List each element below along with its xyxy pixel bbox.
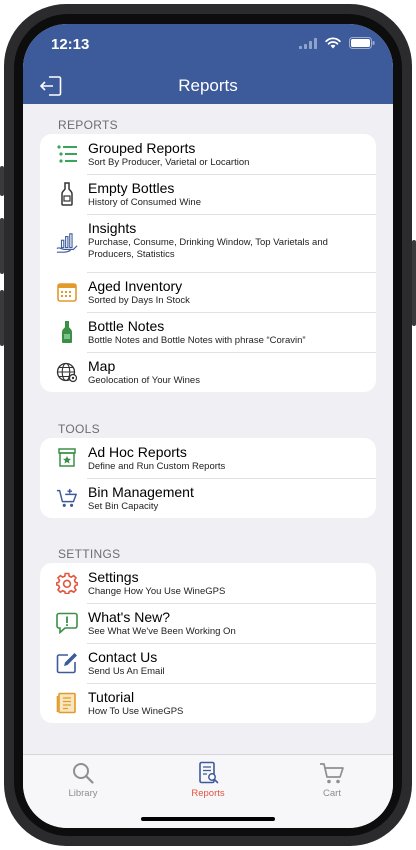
search-icon [73,763,94,784]
speech-bubble-icon [56,612,78,634]
item-title: Ad Hoc Reports [88,444,187,460]
tab-reports[interactable]: Reports [168,761,248,799]
navigation-bar: 12:13 Reports [23,24,393,104]
tools-group: Ad Hoc Reports Define and Run Custom Rep… [40,438,376,518]
power-button [412,240,416,326]
item-subtitle: Sorted by Days In Stock [88,295,190,306]
star-box-icon [56,447,78,469]
mute-switch [0,166,4,196]
tab-cart[interactable]: Cart [292,761,372,799]
list-item-insights[interactable]: Insights Purchase, Consume, Drinking Win… [40,214,376,272]
calendar-icon [56,281,78,303]
tab-label: Reports [191,788,225,799]
item-title: Tutorial [88,689,135,705]
item-subtitle: Send Us An Email [88,666,165,677]
item-title: Contact Us [88,649,158,665]
section-header-reports: REPORTS [58,118,118,132]
list-item-ad-hoc-reports[interactable]: Ad Hoc Reports Define and Run Custom Rep… [40,438,376,478]
item-subtitle: Sort By Producer, Varietal or Locartion [88,157,250,168]
list-icon [56,143,78,165]
cart-icon [320,763,344,784]
item-title: Insights [88,220,137,236]
globe-icon [56,361,78,383]
page-title: Reports [178,76,238,95]
section-header-tools: TOOLS [58,422,100,436]
list-item-bin-management[interactable]: Bin Management Set Bin Capacity [40,478,376,518]
item-subtitle: History of Consumed Wine [88,197,201,208]
tab-label: Library [68,788,98,799]
list-item-empty-bottles[interactable]: Empty Bottles History of Consumed Wine [40,174,376,214]
list-item-grouped-reports[interactable]: Grouped Reports Sort By Producer, Variet… [40,134,376,174]
book-icon [56,692,78,714]
home-indicator [141,817,275,821]
section-header-settings: SETTINGS [58,547,121,561]
list-item-aged-inventory[interactable]: Aged Inventory Sorted by Days In Stock [40,272,376,312]
item-title: Map [88,358,116,374]
gear-icon [56,572,78,594]
volume-up-button [0,218,4,274]
cart-add-icon [56,487,78,509]
item-subtitle: See What We've Been Working On [88,626,236,637]
list-item-contact-us[interactable]: Contact Us Send Us An Email [40,643,376,683]
compose-icon [56,652,78,674]
insights-chart-icon [56,232,78,254]
item-subtitle: Change How You Use WineGPS [88,586,226,597]
tab-library[interactable]: Library [43,761,123,799]
green-bottle-icon [56,321,78,343]
item-subtitle: Purchase, Consume, Drinking Window, Top … [88,237,328,260]
status-time: 12:13 [51,36,90,53]
list-item-map[interactable]: Map Geolocation of Your Wines [40,352,376,392]
status-icons [299,37,375,49]
item-title: What's New? [88,609,171,625]
list-item-whats-new[interactable]: What's New? See What We've Been Working … [40,603,376,643]
list-item-bottle-notes[interactable]: Bottle Notes Bottle Notes and Bottle Not… [40,312,376,352]
volume-down-button [0,290,4,346]
list-item-settings[interactable]: Settings Change How You Use WineGPS [40,563,376,603]
reports-group: Grouped Reports Sort By Producer, Variet… [40,134,376,392]
wifi-icon [325,37,341,49]
item-title: Grouped Reports [88,140,196,156]
report-icon [199,761,219,784]
list-item-tutorial[interactable]: Tutorial How To Use WineGPS [40,683,376,723]
item-subtitle: Bottle Notes and Bottle Notes with phras… [88,335,306,346]
signal-icon [299,37,317,49]
settings-group: Settings Change How You Use WineGPS What… [40,563,376,723]
item-title: Empty Bottles [88,180,175,196]
item-title: Bottle Notes [88,318,165,334]
item-title: Settings [88,569,139,585]
item-subtitle: Geolocation of Your Wines [88,375,200,386]
tab-label: Cart [323,788,341,799]
battery-icon [349,37,375,49]
item-title: Bin Management [88,484,194,500]
item-subtitle: How To Use WineGPS [88,706,184,717]
item-title: Aged Inventory [88,278,183,294]
item-subtitle: Define and Run Custom Reports [88,461,226,472]
empty-bottle-icon [56,182,78,206]
item-subtitle: Set Bin Capacity [88,501,159,512]
screen: 12:13 Reports REPORTS Grouped Reports So… [23,24,393,828]
